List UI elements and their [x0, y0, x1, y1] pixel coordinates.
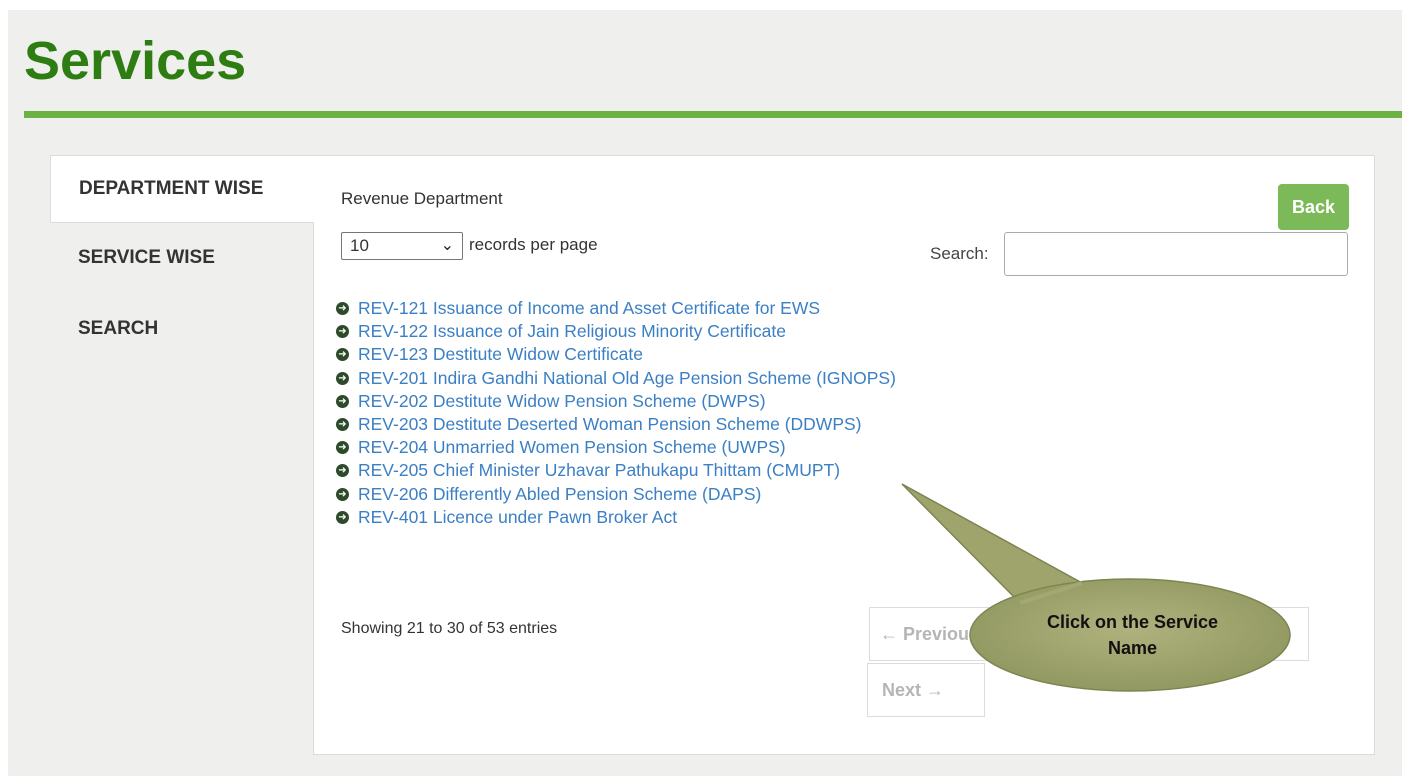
records-per-page-value: 10	[350, 236, 369, 255]
department-name: Revenue Department	[341, 189, 503, 208]
circle-arrow-right-icon: ➜	[336, 371, 349, 385]
service-link-label: REV-401 Licence under Pawn Broker Act	[358, 506, 678, 527]
service-link[interactable]: ➜ REV-202 Destitute Widow Pension Scheme …	[336, 390, 896, 413]
service-list: ➜ REV-121 Issuance of Income and Asset Ce…	[336, 297, 896, 529]
circle-arrow-right-icon: ➜	[336, 302, 349, 316]
circle-arrow-right-icon: ➜	[336, 441, 349, 455]
service-link-label: REV-206 Differently Abled Pension Scheme…	[358, 483, 762, 504]
service-link-label: REV-122 Issuance of Jain Religious Minor…	[358, 321, 786, 342]
back-button[interactable]: Back	[1278, 184, 1349, 230]
callout-line-2: Name	[1107, 638, 1158, 658]
circle-arrow-right-icon: ➜	[336, 510, 349, 524]
service-link[interactable]: ➜ REV-123 Destitute Widow Certificate	[336, 343, 896, 366]
circle-arrow-right-icon: ➜	[336, 487, 349, 501]
circle-arrow-right-icon: ➜	[336, 464, 349, 478]
service-link-label: REV-121 Issuance of Income and Asset Cer…	[358, 298, 821, 319]
service-link-label: REV-205 Chief Minister Uzhavar Pathukapu…	[358, 460, 841, 481]
service-link[interactable]: ➜ REV-205 Chief Minister Uzhavar Pathukap…	[336, 459, 896, 482]
records-per-page-label: records per page	[469, 235, 598, 254]
circle-arrow-right-icon: ➜	[336, 348, 349, 362]
records-per-page-select[interactable]: 10 ⌄	[341, 232, 463, 260]
pagination-info: Showing 21 to 30 of 53 entries	[341, 620, 558, 637]
circle-arrow-right-icon: ➜	[336, 418, 349, 432]
service-link-label: REV-123 Destitute Widow Certificate	[358, 344, 643, 365]
circle-arrow-right-icon: ➜	[336, 394, 349, 408]
service-link[interactable]: ➜ REV-121 Issuance of Income and Asset Ce…	[336, 297, 896, 320]
next-page-button[interactable]: Next →	[867, 663, 985, 717]
circle-arrow-right-icon: ➜	[336, 325, 349, 339]
callout-text: Click on the Service Name	[1000, 609, 1265, 661]
page-title: Services	[24, 31, 247, 91]
service-link-label: REV-201 Indira Gandhi National Old Age P…	[358, 367, 896, 388]
title-divider	[24, 111, 1402, 118]
search-input[interactable]	[1004, 232, 1348, 276]
service-link[interactable]: ➜ REV-401 Licence under Pawn Broker Act	[336, 506, 896, 529]
tab-search[interactable]: SEARCH	[50, 296, 313, 362]
service-link[interactable]: ➜ REV-201 Indira Gandhi National Old Age …	[336, 367, 896, 390]
service-link[interactable]: ➜ REV-206 Differently Abled Pension Schem…	[336, 483, 896, 506]
content-panel: Revenue Department Back 10 ⌄ records per…	[313, 155, 1375, 755]
callout-line-1: Click on the Service	[1046, 612, 1219, 632]
chevron-down-icon: ⌄	[440, 237, 454, 254]
service-link-label: REV-203 Destitute Deserted Woman Pension…	[358, 414, 862, 435]
service-link[interactable]: ➜ REV-203 Destitute Deserted Woman Pensio…	[336, 413, 896, 436]
service-link[interactable]: ➜ REV-122 Issuance of Jain Religious Mino…	[336, 320, 896, 343]
search-label: Search:	[930, 244, 989, 263]
service-link-label: REV-204 Unmarried Women Pension Scheme (…	[358, 437, 786, 458]
service-link[interactable]: ➜ REV-204 Unmarried Women Pension Scheme …	[336, 436, 896, 459]
tab-department-wise[interactable]: DEPARTMENT WISE	[50, 155, 314, 223]
service-link-label: REV-202 Destitute Widow Pension Scheme (…	[358, 390, 766, 411]
tab-service-wise[interactable]: SERVICE WISE	[50, 225, 313, 291]
